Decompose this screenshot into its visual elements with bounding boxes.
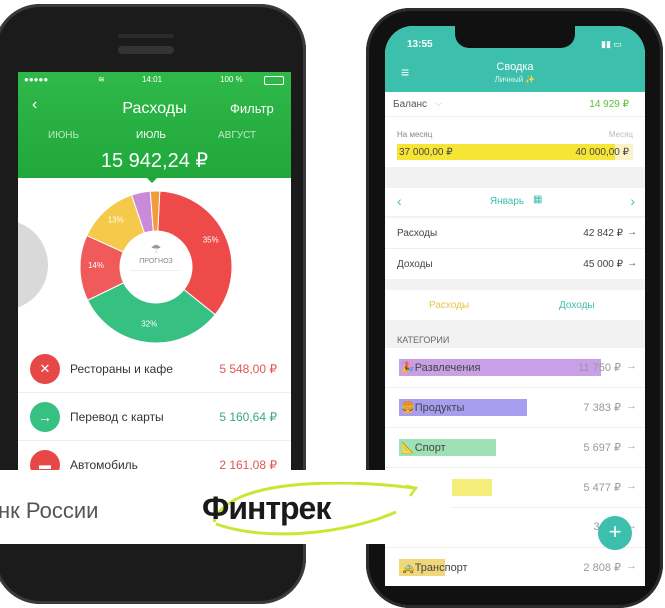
tab-income[interactable]: Доходы (559, 300, 595, 311)
donut-segment-label: 14% (88, 261, 104, 270)
donut-center-divider (130, 270, 180, 271)
category-row[interactable]: 🚕Транспорт 2 808 ₽ → (385, 548, 645, 586)
category-value: 7 383 ₽ (583, 402, 621, 414)
left-phone-screen: ●●●●● ≋ 14:01 100 % ‹ Расходы Фильтр ИЮН… (18, 72, 291, 532)
donut-segment-label: 35% (203, 235, 219, 244)
period-label[interactable]: Январь (385, 196, 629, 207)
category-name: 🚕Транспорт (401, 562, 468, 574)
arrow-right-icon: → (627, 258, 637, 269)
list-item-label: Перевод с карты (70, 410, 164, 424)
monthly-budget[interactable]: На месяц Месяц 37 000,00 ₽ 40 000,00 ₽ (385, 117, 645, 167)
tab-expenses[interactable]: Расходы (429, 300, 469, 311)
forecast-icon: ☂ (150, 242, 162, 256)
expenses-value: 42 842 ₽ (583, 228, 623, 239)
month-tab-july[interactable]: ИЮЛЬ (136, 130, 166, 141)
month-label: На месяц (397, 130, 433, 139)
battery-icon: ▮▮ ▭ (601, 39, 622, 49)
arrow-right-icon: → (626, 360, 637, 372)
month-budget-total: 40 000,00 ₽ (575, 147, 629, 158)
header-pointer (146, 177, 158, 183)
wifi-icon: ≋ (98, 75, 105, 84)
expenses-donut-chart[interactable]: 35% 32% 14% 13% (76, 187, 236, 347)
period-selector: ‹ Январь ▦ › (385, 188, 645, 216)
expenses-header: ●●●●● ≋ 14:01 100 % ‹ Расходы Фильтр ИЮН… (18, 72, 291, 178)
arrow-right-icon: → (626, 480, 637, 492)
balance-value: 14 929 ₽ (589, 99, 629, 110)
month-tab-june[interactable]: ИЮНЬ (48, 130, 79, 141)
categories-header: КАТЕГОРИИ (397, 335, 450, 345)
donut-segment-label: 32% (141, 320, 157, 329)
expenses-total: 15 942,24 ₽ (100, 150, 209, 172)
list-item-card-transfer[interactable]: → Перевод с карты 5 160,64 ₽ (18, 394, 291, 441)
category-name: 🍔Продукты (401, 402, 465, 414)
category-name: 🎉Развлечения (401, 362, 481, 374)
category-row[interactable]: 🍔Продукты 7 383 ₽ → (385, 388, 645, 428)
battery-level: 100 % (220, 75, 243, 84)
prev-chart-disc[interactable] (18, 220, 48, 310)
category-name: 📐Спорт (401, 442, 446, 454)
income-label: Доходы (397, 259, 433, 270)
phone-speaker (118, 46, 174, 54)
month-right-label: Месяц (608, 130, 633, 139)
category-value: 5 697 ₽ (583, 442, 621, 454)
category-value: 5 477 ₽ (583, 482, 621, 494)
list-item-amount: 5 548,00 ₽ (219, 362, 277, 376)
balance-row[interactable]: Баланс ⌵ 14 929 ₽ (385, 92, 645, 117)
expenses-summary-row[interactable]: Расходы 42 842 ₽ → (385, 218, 645, 249)
list-item-label: Рестораны и кафе (70, 362, 173, 376)
income-summary-row[interactable]: Доходы 45 000 ₽ → (385, 249, 645, 279)
fork-knife-icon: ✕ (30, 354, 60, 384)
status-time: 13:55 (407, 39, 433, 50)
donut-segment-label: 13% (108, 216, 124, 225)
arrow-right-icon: → (626, 440, 637, 452)
status-time: 14:01 (142, 75, 163, 84)
account-subtitle[interactable]: Личный ✨ (385, 75, 645, 84)
transfer-arrow-icon: → (30, 402, 60, 432)
category-row[interactable]: 📐Спорт 5 697 ₽ → (385, 428, 645, 468)
balance-label: Баланс (393, 99, 428, 110)
month-tab-august[interactable]: АВГУСТ (218, 130, 256, 141)
category-value: 2 808 ₽ (583, 562, 621, 574)
list-item-amount: 5 160,64 ₽ (219, 410, 277, 424)
carrier-signal: ●●●●● (24, 75, 49, 84)
chevron-down-icon: ⌵ (435, 98, 442, 108)
page-title: Сводка (496, 61, 534, 73)
promo-banner: нк России Финтрек (0, 470, 452, 544)
phone-speaker-grille (118, 34, 174, 38)
battery-icon (264, 76, 284, 85)
add-transaction-button[interactable]: + (598, 516, 632, 550)
next-period-button[interactable]: › (630, 193, 635, 209)
phone-notch (455, 26, 575, 48)
arrow-right-icon: → (627, 227, 637, 238)
calendar-icon[interactable]: ▦ (533, 194, 542, 205)
month-spent: 37 000,00 ₽ (399, 147, 453, 158)
category-value: 11 750 ₽ (578, 362, 621, 374)
income-value: 45 000 ₽ (583, 259, 623, 270)
donut-center-label: ПРОГНОЗ (139, 258, 173, 265)
arrow-right-icon: → (626, 400, 637, 412)
arrow-right-icon: → (626, 560, 637, 572)
list-item-restaurants[interactable]: ✕ Рестораны и кафе 5 548,00 ₽ (18, 346, 291, 393)
category-row[interactable]: 🎉Развлечения 11 750 ₽ → (385, 348, 645, 388)
fintrek-logo-text: Финтрек (202, 490, 331, 526)
expenses-label: Расходы (397, 228, 438, 239)
tabs-bar: Расходы Доходы (385, 290, 645, 320)
bank-name-text: нк России (0, 498, 99, 523)
filter-button[interactable]: Фильтр (230, 101, 274, 116)
